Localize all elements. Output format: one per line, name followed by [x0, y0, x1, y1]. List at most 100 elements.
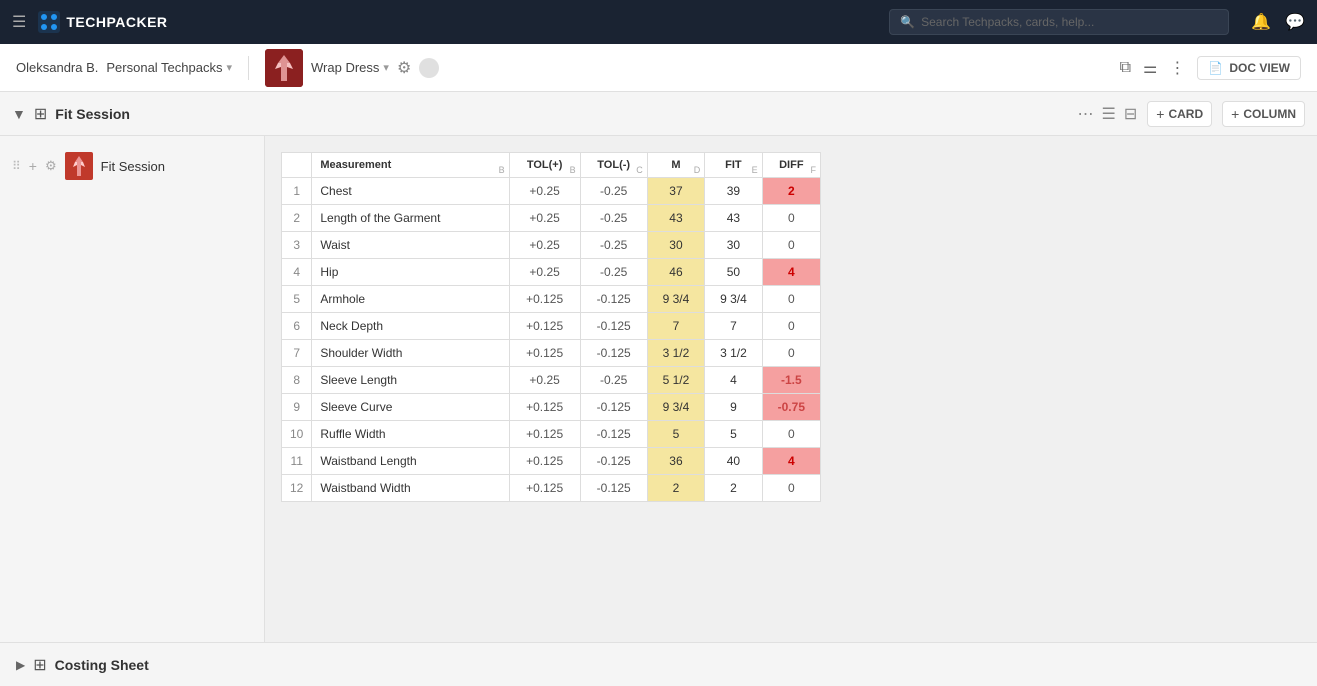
cell-fit: 30 [705, 232, 762, 259]
cell-num: 8 [282, 367, 312, 394]
col-header-measurement: MeasurementB [312, 153, 509, 178]
table-row: 1 Chest +0.25 -0.25 37 39 2 [282, 178, 821, 205]
cell-tol-minus: -0.125 [580, 421, 647, 448]
sidebar-drag-icon: ⠿ [12, 159, 21, 173]
cell-tol-plus: +0.125 [509, 448, 580, 475]
breadcrumb-techpack[interactable]: Wrap Dress ▾ [311, 60, 389, 75]
breadcrumb-section[interactable]: Personal Techpacks ▾ [106, 60, 232, 75]
cell-fit: 50 [705, 259, 762, 286]
cell-fit: 9 3/4 [705, 286, 762, 313]
section-more-icon[interactable]: ⋯ [1078, 104, 1094, 124]
sidebar: ⠿ + ⚙ Fit Session [0, 136, 265, 642]
breadcrumb-user[interactable]: Oleksandra B. [16, 60, 98, 75]
table-row: 8 Sleeve Length +0.25 -0.25 5 1/2 4 -1.5 [282, 367, 821, 394]
cell-tol-minus: -0.125 [580, 448, 647, 475]
cell-tol-minus: -0.25 [580, 367, 647, 394]
col-header-fit: FITE [705, 153, 762, 178]
table-row: 9 Sleeve Curve +0.125 -0.125 9 3/4 9 -0.… [282, 394, 821, 421]
cell-diff: -0.75 [762, 394, 820, 421]
cell-m: 36 [647, 448, 704, 475]
sidebar-item-label: Fit Session [101, 159, 165, 174]
doc-view-button[interactable]: 📄 DOC VIEW [1197, 56, 1301, 80]
add-column-button[interactable]: + COLUMN [1222, 101, 1305, 127]
cell-measurement: Length of the Garment [312, 205, 509, 232]
section-list-icon[interactable]: ☰ [1102, 104, 1116, 124]
cell-fit: 39 [705, 178, 762, 205]
cell-num: 2 [282, 205, 312, 232]
breadcrumb-bar: Oleksandra B. Personal Techpacks ▾ Wrap … [0, 44, 1317, 92]
cell-m: 43 [647, 205, 704, 232]
add-card-button[interactable]: + CARD [1147, 101, 1212, 127]
bottom-table-icon: ⊞ [33, 655, 46, 675]
cell-tol-minus: -0.125 [580, 286, 647, 313]
cell-diff: -1.5 [762, 367, 820, 394]
column-view-icon[interactable]: ⊟ [1124, 104, 1137, 124]
cell-tol-minus: -0.125 [580, 340, 647, 367]
col-header-diff: DIFFF [762, 153, 820, 178]
hamburger-icon[interactable]: ☰ [12, 12, 26, 32]
sidebar-item-fit-session[interactable]: ⠿ + ⚙ Fit Session [0, 144, 264, 188]
dropdown-icon: ▾ [226, 61, 232, 74]
cell-diff: 0 [762, 232, 820, 259]
bottom-section[interactable]: ▶ ⊞ Costing Sheet [0, 642, 1317, 686]
table-row: 6 Neck Depth +0.125 -0.125 7 7 0 [282, 313, 821, 340]
logo-icon [38, 11, 60, 33]
more-icon[interactable]: ⋮ [1169, 58, 1185, 78]
app-name: TECHPACKER [66, 14, 167, 30]
cell-measurement: Waistband Length [312, 448, 509, 475]
settings-icon[interactable]: ⚙ [397, 58, 411, 78]
cell-m: 37 [647, 178, 704, 205]
col-header-tol-minus: TOL(-)C [580, 153, 647, 178]
cell-tol-minus: -0.125 [580, 475, 647, 502]
breadcrumb-divider [248, 56, 249, 80]
search-icon: 🔍 [900, 15, 915, 29]
col-header-m: MD [647, 153, 704, 178]
status-circle [419, 58, 439, 78]
cell-measurement: Armhole [312, 286, 509, 313]
table-row: 3 Waist +0.25 -0.25 30 30 0 [282, 232, 821, 259]
cell-m: 30 [647, 232, 704, 259]
cell-num: 10 [282, 421, 312, 448]
cell-fit: 9 [705, 394, 762, 421]
cell-fit: 3 1/2 [705, 340, 762, 367]
search-bar[interactable]: 🔍 Search Techpacks, cards, help... [889, 9, 1229, 35]
doc-view-icon: 📄 [1208, 61, 1223, 75]
cell-fit: 40 [705, 448, 762, 475]
cell-diff: 0 [762, 475, 820, 502]
table-row: 7 Shoulder Width +0.125 -0.125 3 1/2 3 1… [282, 340, 821, 367]
notification-icon[interactable]: 🔔 [1251, 12, 1271, 32]
cell-measurement: Neck Depth [312, 313, 509, 340]
main-content: ⠿ + ⚙ Fit Session MeasurementB TOL(+)B [0, 136, 1317, 642]
bottom-toggle-icon[interactable]: ▶ [16, 658, 25, 672]
table-row: 10 Ruffle Width +0.125 -0.125 5 5 0 [282, 421, 821, 448]
add-card-label: CARD [1168, 107, 1203, 121]
sidebar-add-icon[interactable]: + [29, 158, 37, 174]
doc-view-label: DOC VIEW [1229, 61, 1290, 75]
cell-measurement: Waistband Width [312, 475, 509, 502]
cell-m: 7 [647, 313, 704, 340]
cell-tol-plus: +0.25 [509, 259, 580, 286]
table-area[interactable]: MeasurementB TOL(+)B TOL(-)C MD FITE DIF… [265, 136, 1317, 642]
sidebar-settings-icon[interactable]: ⚙ [45, 158, 57, 174]
cell-tol-plus: +0.125 [509, 475, 580, 502]
cell-measurement: Sleeve Curve [312, 394, 509, 421]
copy-icon[interactable]: ⧉ [1120, 59, 1131, 77]
filter-icon[interactable]: ⚌ [1143, 58, 1157, 78]
cell-tol-plus: +0.125 [509, 421, 580, 448]
breadcrumb-actions: ⧉ ⚌ ⋮ 📄 DOC VIEW [1120, 56, 1301, 80]
cell-diff: 0 [762, 340, 820, 367]
table-row: 12 Waistband Width +0.125 -0.125 2 2 0 [282, 475, 821, 502]
plus-card-icon: + [1156, 106, 1164, 122]
cell-num: 5 [282, 286, 312, 313]
section-title: Fit Session [55, 106, 1069, 122]
messages-icon[interactable]: 💬 [1285, 12, 1305, 32]
cell-diff: 0 [762, 286, 820, 313]
top-nav-icons: 🔔 💬 [1251, 12, 1305, 32]
cell-tol-minus: -0.25 [580, 205, 647, 232]
top-navigation: ☰ TECHPACKER 🔍 Search Techpacks, cards, … [0, 0, 1317, 44]
sidebar-item-thumbnail [65, 152, 93, 180]
section-collapse-icon[interactable]: ▼ [12, 106, 26, 122]
cell-tol-minus: -0.25 [580, 232, 647, 259]
logo-area: TECHPACKER [38, 11, 167, 33]
cell-m: 3 1/2 [647, 340, 704, 367]
